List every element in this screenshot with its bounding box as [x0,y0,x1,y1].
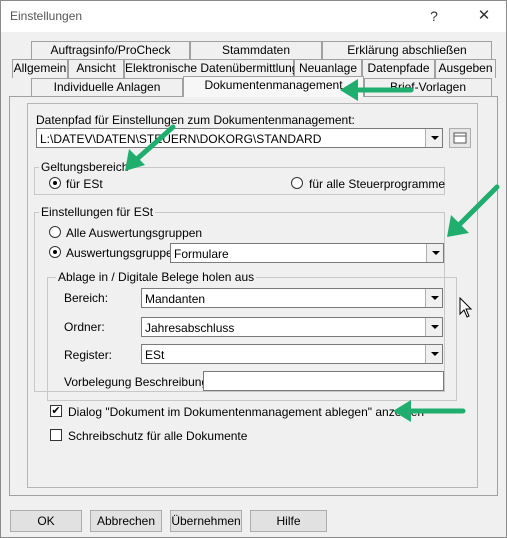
browse-folder-button[interactable] [449,128,471,148]
archive-legend: Ablage in / Digitale Belege holen aus [56,270,257,284]
help-icon[interactable]: ? [422,4,446,28]
tab-individuelle-anlagen[interactable]: Individuelle Anlagen [31,78,183,97]
chevron-down-icon[interactable] [426,244,443,262]
annotation-arrow-icon [125,124,176,171]
all-groups-label: Alle Auswertungsgruppen [66,226,203,240]
annotation-arrow-icon [340,79,414,101]
dialog-checkbox[interactable]: ✔ [50,405,62,417]
radio-scope-all[interactable] [291,177,303,189]
scope-all-label: für alle Steuerprogramme [309,177,446,191]
vorbelegung-input[interactable] [203,371,444,391]
tab-ansicht[interactable]: Ansicht [68,59,124,78]
settings-legend: Einstellungen für ESt [39,205,156,219]
ordner-combobox[interactable]: Jahresabschluss [141,317,443,337]
title-bar: Einstellungen ? ✕ [1,1,506,32]
radio-group[interactable] [49,246,61,258]
dialog-checkbox-label: Dialog "Dokument im Dokumentenmanagement… [68,405,425,419]
register-value: ESt [145,348,165,362]
chevron-down-icon[interactable] [425,129,442,147]
mouse-cursor-icon [459,297,473,318]
tab-auftragsinfo[interactable]: Auftragsinfo/ProCheck [31,41,190,60]
chevron-down-icon[interactable] [425,345,442,363]
group-label: Auswertungsgruppe: [66,246,177,260]
radio-scope-est[interactable] [49,177,61,189]
vorbelegung-label: Vorbelegung Beschreibung: [64,375,212,389]
ok-button[interactable]: OK [10,510,82,532]
settings-dialog: Einstellungen ? ✕ Auftragsinfo/ProCheck … [0,0,507,538]
scope-est-label: für ESt [66,177,103,191]
datapath-label: Datenpfad für Einstellungen zum Dokument… [36,113,355,127]
annotation-arrow-icon [393,400,466,422]
datapath-value: L:\DATEV\DATEN\STEUERN\DOKORG\STANDARD [40,132,322,146]
datapath-combobox[interactable]: L:\DATEV\DATEN\STEUERN\DOKORG\STANDARD [36,128,443,148]
folder-icon [453,132,467,144]
scope-legend: Geltungsbereich [39,160,131,174]
window-title: Einstellungen [10,9,83,23]
tab-stammdaten[interactable]: Stammdaten [190,41,322,60]
tab-erklaerung[interactable]: Erklärung abschließen [322,41,492,60]
annotation-arrow-icon [447,184,500,237]
chevron-down-icon[interactable] [425,318,442,336]
close-icon[interactable]: ✕ [472,4,496,28]
bereich-value: Mandanten [145,292,206,306]
tab-allgemein[interactable]: Allgemein [12,59,68,78]
group-combobox[interactable]: Formulare [170,243,444,263]
bereich-label: Bereich: [64,291,109,305]
bereich-combobox[interactable]: Mandanten [141,288,443,308]
chevron-down-icon[interactable] [425,289,442,307]
readonly-checkbox-label: Schreibschutz für alle Dokumente [68,429,248,443]
ordner-label: Ordner: [64,320,105,334]
register-combobox[interactable]: ESt [141,344,443,364]
ordner-value: Jahresabschluss [145,321,235,335]
radio-all-groups[interactable] [49,226,61,238]
register-label: Register: [64,348,113,362]
help-button[interactable]: Hilfe [250,510,327,532]
apply-button[interactable]: Übernehmen [170,510,242,532]
cancel-button[interactable]: Abbrechen [90,510,162,532]
group-value: Formulare [174,247,229,261]
readonly-checkbox[interactable] [50,429,62,441]
tab-ausgeben[interactable]: Ausgeben [435,59,496,78]
